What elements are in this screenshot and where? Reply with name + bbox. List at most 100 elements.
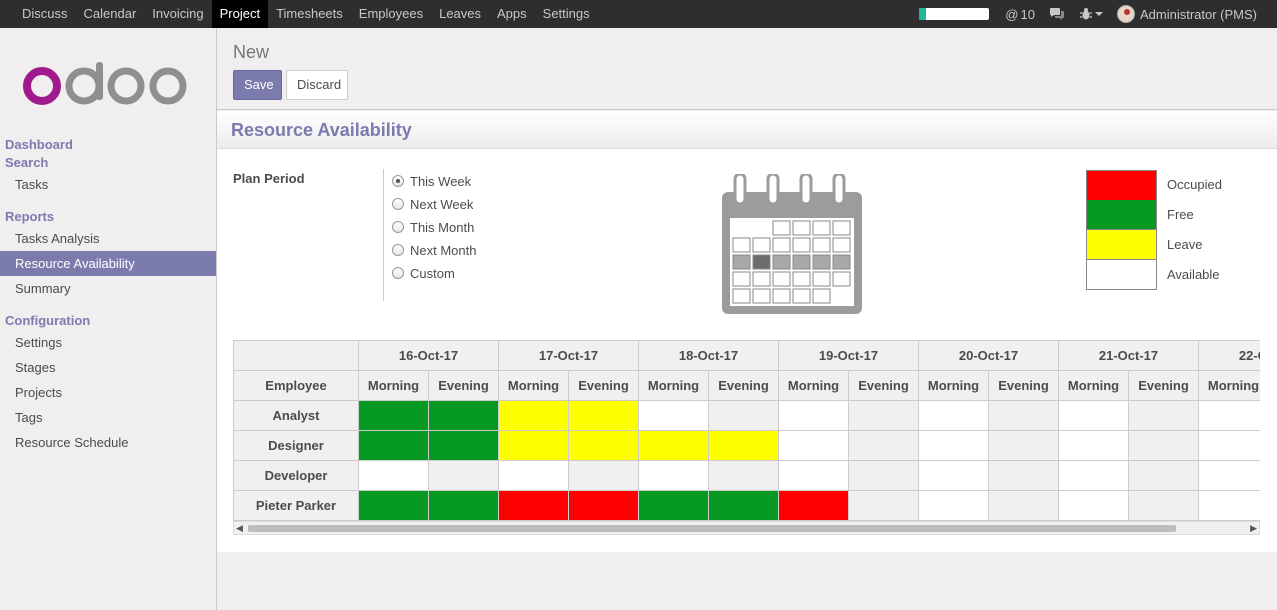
menu-leaves[interactable]: Leaves (431, 0, 489, 28)
availability-cell-available[interactable] (1198, 460, 1260, 491)
availability-cell-free[interactable] (708, 490, 779, 521)
menu-project[interactable]: Project (211, 0, 269, 28)
menu-discuss[interactable]: Discuss (14, 0, 76, 28)
availability-cell-free[interactable] (428, 430, 499, 461)
radio-button[interactable] (392, 244, 404, 256)
sidebar-item-resource-availability[interactable]: Resource Availability (0, 251, 216, 276)
horizontal-scrollbar[interactable]: ◀ ▶ (233, 521, 1260, 535)
availability-cell-leave[interactable] (638, 430, 709, 461)
availability-cell-available[interactable] (1128, 430, 1199, 461)
shift-header-evening: Evening (568, 370, 639, 401)
sidebar-heading-search[interactable]: Search (0, 154, 216, 172)
availability-cell-available[interactable] (988, 430, 1059, 461)
radio-button[interactable] (392, 198, 404, 210)
availability-cell-available[interactable] (848, 490, 919, 521)
availability-cell-available[interactable] (1058, 430, 1129, 461)
availability-cell-available[interactable] (918, 460, 989, 491)
scroll-left-icon[interactable]: ◀ (236, 523, 243, 534)
availability-cell-leave[interactable] (568, 430, 639, 461)
availability-cell-available[interactable] (1058, 490, 1129, 521)
availability-cell-available[interactable] (778, 400, 849, 431)
availability-cell-free[interactable] (358, 430, 429, 461)
mentions-button[interactable]: @ 10 (1005, 7, 1035, 22)
availability-cell-available[interactable] (708, 400, 779, 431)
legend-swatch-occupied (1086, 170, 1157, 201)
radio-button[interactable] (392, 175, 404, 187)
availability-cell-free[interactable] (638, 490, 709, 521)
availability-cell-available[interactable] (1128, 460, 1199, 491)
availability-cell-available[interactable] (778, 460, 849, 491)
availability-cell-available[interactable] (988, 460, 1059, 491)
menu-calendar[interactable]: Calendar (76, 0, 145, 28)
menu-apps[interactable]: Apps (489, 0, 535, 28)
employee-name: Analyst (233, 400, 359, 431)
availability-cell-available[interactable] (638, 400, 709, 431)
menu-invoicing[interactable]: Invoicing (144, 0, 211, 28)
availability-cell-available[interactable] (568, 460, 639, 491)
sidebar-item-tasks[interactable]: Tasks (0, 172, 216, 197)
availability-cell-occupied[interactable] (498, 490, 569, 521)
availability-cell-free[interactable] (428, 400, 499, 431)
availability-cell-available[interactable] (1198, 400, 1260, 431)
availability-cell-free[interactable] (358, 490, 429, 521)
availability-cell-available[interactable] (988, 400, 1059, 431)
availability-cell-available[interactable] (428, 460, 499, 491)
availability-cell-leave[interactable] (498, 430, 569, 461)
availability-cell-leave[interactable] (498, 400, 569, 431)
systray: @ 10 Administrator (PMS) (919, 0, 1277, 28)
discard-button[interactable]: Discard (286, 70, 348, 100)
menu-settings[interactable]: Settings (535, 0, 598, 28)
availability-cell-available[interactable] (358, 460, 429, 491)
availability-cell-available[interactable] (1058, 460, 1129, 491)
availability-cell-free[interactable] (428, 490, 499, 521)
sidebar-item-projects[interactable]: Projects (0, 380, 216, 405)
availability-cell-leave[interactable] (568, 400, 639, 431)
availability-cell-available[interactable] (498, 460, 569, 491)
availability-cell-available[interactable] (778, 430, 849, 461)
availability-cell-available[interactable] (1198, 490, 1260, 521)
availability-cell-free[interactable] (358, 400, 429, 431)
sidebar-item-summary[interactable]: Summary (0, 276, 216, 301)
availability-cell-available[interactable] (848, 460, 919, 491)
radio-button[interactable] (392, 221, 404, 233)
sidebar-item-tags[interactable]: Tags (0, 405, 216, 430)
radio-this-week[interactable]: This Week (392, 171, 471, 191)
sidebar-item-settings[interactable]: Settings (0, 330, 216, 355)
availability-cell-available[interactable] (988, 490, 1059, 521)
availability-cell-available[interactable] (1128, 490, 1199, 521)
sidebar-item-resource-schedule[interactable]: Resource Schedule (0, 430, 216, 455)
scroll-right-icon[interactable]: ▶ (1250, 523, 1257, 534)
debug-button[interactable] (1079, 7, 1103, 21)
availability-cell-available[interactable] (848, 400, 919, 431)
availability-cell-occupied[interactable] (568, 490, 639, 521)
radio-button[interactable] (392, 267, 404, 279)
sidebar-heading-dashboard[interactable]: Dashboard (0, 136, 216, 154)
menu-timesheets[interactable]: Timesheets (268, 0, 351, 28)
sidebar-heading-reports[interactable]: Reports (0, 208, 216, 226)
radio-next-month[interactable]: Next Month (392, 240, 476, 260)
radio-custom[interactable]: Custom (392, 263, 455, 283)
menu-employees[interactable]: Employees (351, 0, 431, 28)
availability-cell-occupied[interactable] (778, 490, 849, 521)
table-row: Developer (233, 460, 1260, 491)
availability-cell-leave[interactable] (708, 430, 779, 461)
scroll-thumb[interactable] (248, 525, 1176, 532)
sidebar-item-tasks-analysis[interactable]: Tasks Analysis (0, 226, 216, 251)
availability-cell-available[interactable] (638, 460, 709, 491)
availability-cell-available[interactable] (918, 430, 989, 461)
radio-this-month[interactable]: This Month (392, 217, 474, 237)
sidebar-heading-configuration[interactable]: Configuration (0, 312, 216, 330)
calendar-day-cell (732, 271, 751, 287)
availability-cell-available[interactable] (708, 460, 779, 491)
availability-cell-available[interactable] (918, 490, 989, 521)
user-menu[interactable]: Administrator (PMS) (1116, 5, 1257, 23)
availability-cell-available[interactable] (848, 430, 919, 461)
save-button[interactable]: Save (233, 70, 282, 100)
availability-cell-available[interactable] (1128, 400, 1199, 431)
sidebar-item-stages[interactable]: Stages (0, 355, 216, 380)
availability-cell-available[interactable] (1058, 400, 1129, 431)
chat-button[interactable] (1049, 7, 1065, 21)
radio-next-week[interactable]: Next Week (392, 194, 473, 214)
availability-cell-available[interactable] (918, 400, 989, 431)
availability-cell-available[interactable] (1198, 430, 1260, 461)
